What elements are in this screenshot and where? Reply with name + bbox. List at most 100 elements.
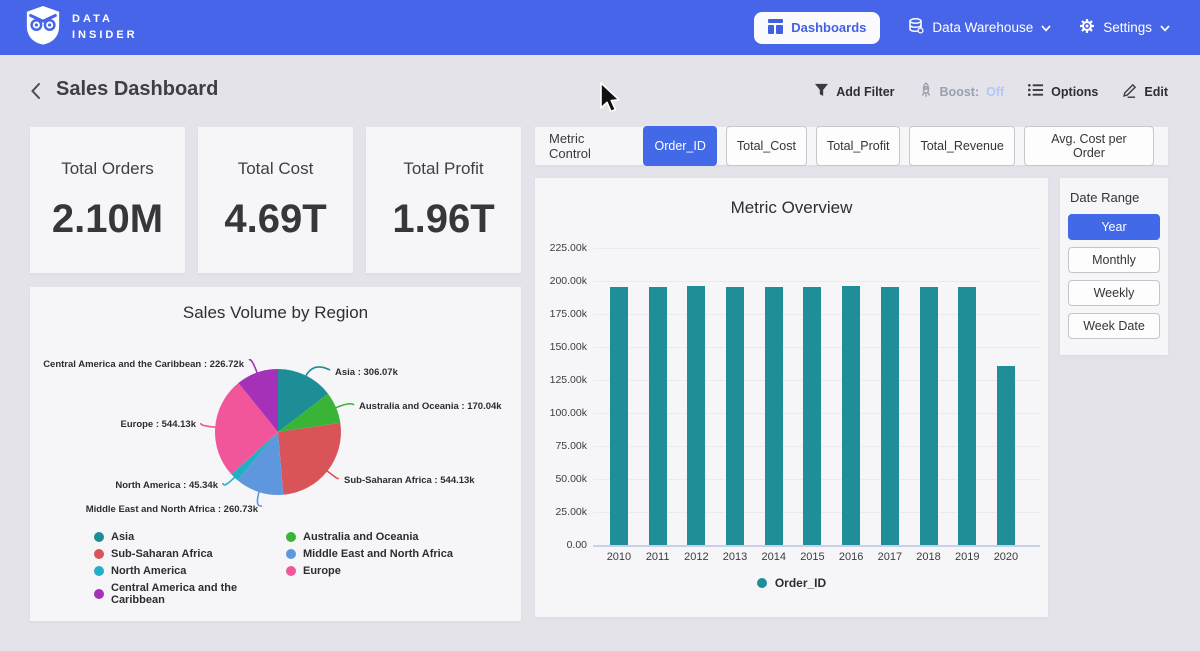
x-tick-label: 2017 [870,551,910,563]
brand-logo[interactable]: DATA INSIDER [24,5,138,50]
add-filter-label: Add Filter [836,85,894,99]
back-chevron-icon [30,88,41,103]
date-range-option[interactable]: Year [1068,214,1160,240]
bar[interactable] [958,287,976,545]
bar[interactable] [610,287,628,545]
legend-label: Asia [111,531,134,543]
chevron-down-icon [1041,20,1051,35]
legend-item[interactable]: North America [94,565,286,577]
add-filter-button[interactable]: Add Filter [814,83,894,100]
legend-item[interactable]: Asia [94,531,286,543]
kpi-value: 2.10M [52,197,163,242]
pie-callout-label: Europe : 544.13k [120,419,196,430]
pie-callout-line [326,470,338,479]
x-tick-label: 2010 [599,551,639,563]
database-icon [908,18,924,37]
legend-item[interactable]: Australia and Oceania [286,531,478,543]
settings-menu[interactable]: Settings [1079,18,1170,37]
bar[interactable] [881,287,899,545]
owl-logo-icon [24,5,62,50]
x-tick-label: 2015 [792,551,832,563]
bar-chart-legend[interactable]: Order_ID [535,576,1048,590]
date-range-panel: Date Range YearMonthlyWeeklyWeek Date [1060,178,1168,355]
dashboards-button[interactable]: Dashboards [754,12,880,44]
brand-line1: DATA [72,12,138,28]
options-button[interactable]: Options [1028,83,1098,100]
legend-dot [94,532,104,542]
y-tick-label: 0.00 [537,539,587,551]
kpi-card: Total Orders2.10M [30,127,185,273]
x-tick-label: 2012 [676,551,716,563]
y-tick-label: 225.00k [537,242,587,254]
legend-dot [757,578,767,588]
legend-item[interactable]: Europe [286,565,478,577]
pie-callout-label: Sub-Saharan Africa : 544.13k [344,475,475,486]
legend-dot [94,549,104,559]
legend-label: North America [111,565,186,577]
metric-control-option[interactable]: Total_Profit [816,126,901,166]
boost-toggle[interactable]: Boost: Off [919,82,1005,101]
rocket-icon [919,82,933,101]
y-tick-label: 150.00k [537,341,587,353]
metric-control-option[interactable]: Avg. Cost per Order [1024,126,1154,166]
edit-button[interactable]: Edit [1122,82,1168,101]
gridline [593,545,1040,547]
bar[interactable] [997,366,1015,545]
y-tick-label: 175.00k [537,308,587,320]
date-range-option[interactable]: Week Date [1068,313,1160,339]
data-warehouse-menu[interactable]: Data Warehouse [908,18,1051,37]
kpi-value: 1.96T [392,197,494,242]
bar[interactable] [649,287,667,545]
list-options-icon [1028,83,1044,100]
pie-slice[interactable] [278,423,341,495]
brand-text: DATA INSIDER [72,12,138,44]
gridline [593,248,1040,249]
legend-item[interactable]: Central America and the Caribbean [94,582,286,606]
y-tick-label: 100.00k [537,407,587,419]
metric-overview-card: Metric Overview 0.0025.00k50.00k75.00k10… [535,178,1048,617]
settings-label: Settings [1103,20,1152,35]
metric-control-options: Order_IDTotal_CostTotal_ProfitTotal_Reve… [643,126,1154,166]
x-tick-label: 2013 [715,551,755,563]
legend-dot [94,566,104,576]
page-title: Sales Dashboard [56,78,218,101]
bar[interactable] [726,287,744,545]
y-tick-label: 50.00k [537,473,587,485]
legend-dot [286,549,296,559]
pie-callout-label: Asia : 306.07k [335,367,399,378]
kpi-card: Total Cost4.69T [198,127,353,273]
pie-callout-line [334,404,354,409]
bar[interactable] [687,286,705,545]
metric-control-option[interactable]: Total_Cost [726,126,807,166]
options-label: Options [1051,85,1098,99]
brand-line2: INSIDER [72,28,138,44]
kpi-value: 4.69T [224,197,326,242]
metric-control-option[interactable]: Total_Revenue [909,126,1014,166]
gear-icon [1079,18,1095,37]
pie-callout-line [305,367,330,377]
legend-label: Central America and the Caribbean [111,582,286,606]
back-button[interactable] [28,80,43,105]
bar[interactable] [765,287,783,545]
legend-item[interactable]: Sub-Saharan Africa [94,548,286,560]
bar[interactable] [803,287,821,545]
date-range-option[interactable]: Monthly [1068,247,1160,273]
bar-legend-label: Order_ID [775,576,826,590]
metric-control-option[interactable]: Order_ID [643,126,716,166]
bar[interactable] [842,286,860,545]
boost-label: Boost: [940,85,980,99]
mouse-cursor [598,82,622,119]
legend-dot [286,566,296,576]
y-tick-label: 125.00k [537,374,587,386]
y-tick-label: 200.00k [537,275,587,287]
legend-label: Sub-Saharan Africa [111,548,213,560]
edit-label: Edit [1144,85,1168,99]
x-tick-label: 2016 [831,551,871,563]
kpi-row: Total Orders2.10MTotal Cost4.69TTotal Pr… [30,127,521,273]
date-range-option[interactable]: Weekly [1068,280,1160,306]
legend-item[interactable]: Middle East and North Africa [286,548,478,560]
date-range-options: Year Monthly Weekly Week Date [1068,214,1160,339]
pie-callout-line [201,423,217,427]
sales-volume-card: Sales Volume by Region Asia : 306.07kAus… [30,287,521,621]
bar[interactable] [920,287,938,545]
